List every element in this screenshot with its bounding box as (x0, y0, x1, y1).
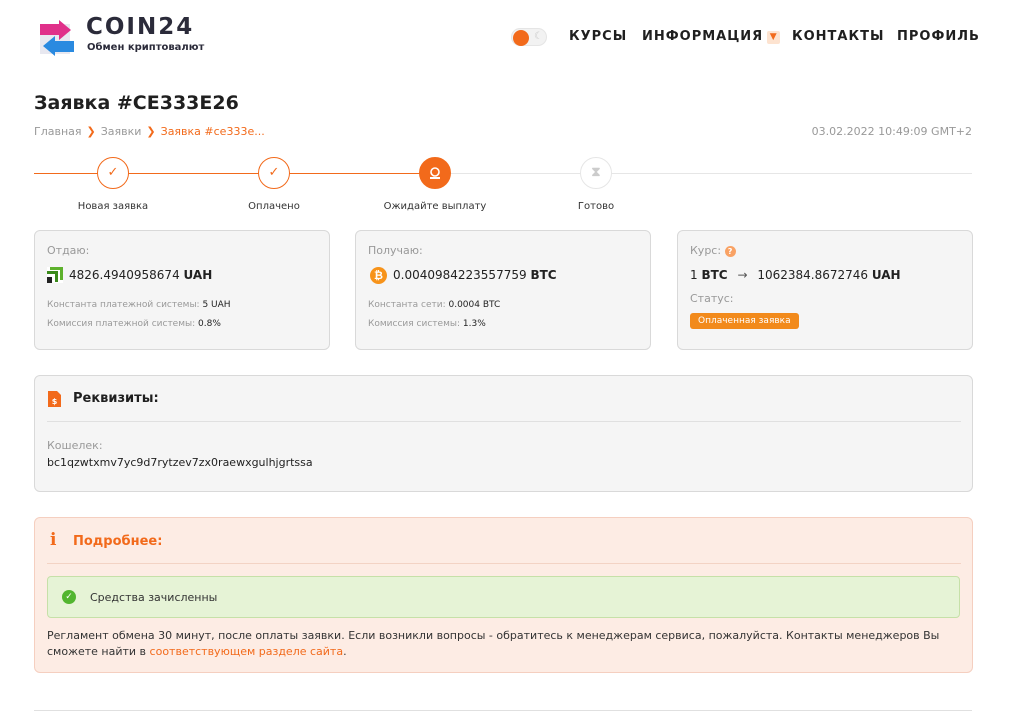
give-label: Отдаю: (47, 244, 90, 257)
give-card: Отдаю: 4826.4940958674 UAH Константа пла… (34, 230, 330, 350)
receive-const-value: 0.0004 BTC (448, 300, 501, 310)
theme-toggle[interactable]: ☾ (511, 28, 547, 46)
rate-from-amount: 1 (690, 268, 698, 282)
toggle-knob (513, 30, 529, 46)
give-fee-label: Комиссия платежной системы: (47, 319, 196, 329)
breadcrumb-home[interactable]: Главная (34, 125, 82, 138)
coin24-logo-icon[interactable] (37, 18, 77, 58)
status-badge: Оплаченная заявка (690, 313, 799, 329)
step-paid-check-icon: ✓ (258, 157, 290, 189)
nav-rates[interactable]: КУРСЫ (569, 29, 627, 44)
logo-title[interactable]: COIN24 (86, 14, 194, 40)
rate-from-currency: BTC (701, 268, 728, 282)
info-icon: i (50, 530, 57, 550)
details-info-text: Регламент обмена 30 минут, после оплаты … (47, 628, 961, 660)
receive-fee: Комиссия системы: 1.3% (368, 319, 486, 329)
chevron-right-icon: ❯ (146, 125, 156, 138)
rate-to-amount: 1062384.8672746 (757, 268, 869, 282)
requisites-card: $ Реквизиты: Кошелек: bc1qzwtxmv7yc9d7ry… (34, 375, 973, 492)
bitcoin-icon: ₿ (370, 267, 387, 284)
receive-amount-value: 0.0040984223557759 (393, 268, 527, 282)
privatbank-icon (47, 267, 63, 283)
success-text: Средства зачисленны (90, 591, 218, 604)
logo-subtitle: Обмен криптовалют (87, 42, 205, 53)
give-fee: Комиссия платежной системы: 0.8% (47, 319, 221, 329)
status-label: Статус: (690, 292, 734, 305)
requisites-title: Реквизиты: (73, 391, 159, 406)
receive-currency: BTC (530, 268, 557, 282)
receive-fee-label: Комиссия системы: (368, 319, 461, 329)
receive-amount: 0.0040984223557759 BTC (393, 268, 557, 282)
order-datetime: 03.02.2022 10:49:09 GMT+2 (811, 125, 972, 138)
breadcrumb-orders[interactable]: Заявки (101, 125, 142, 138)
details-title: Подробнее: (73, 534, 163, 549)
give-const: Константа платежной системы: 5 UAH (47, 300, 231, 310)
step-label-paid: Оплачено (248, 201, 300, 212)
step-payout-icon (419, 157, 451, 189)
step-label-done: Готово (577, 201, 615, 212)
info-text-end: . (343, 645, 347, 658)
arrow-right-icon: → (737, 268, 748, 282)
receive-const-label: Константа сети: (368, 300, 446, 310)
svg-text:$: $ (52, 397, 58, 406)
nav-information[interactable]: ИНФОРМАЦИЯ ▼ (642, 29, 781, 44)
give-const-label: Константа платежной системы: (47, 300, 200, 310)
receive-card: Получаю: ₿ 0.0040984223557759 BTC Конста… (355, 230, 651, 350)
give-amount-value: 4826.4940958674 (69, 268, 180, 282)
step-label-payout: Ожидайте выплату (383, 201, 487, 212)
contacts-section-link[interactable]: соответствующем разделе сайта (150, 645, 344, 658)
rate-to-currency: UAH (871, 268, 901, 282)
receive-const: Константа сети: 0.0004 BTC (368, 300, 500, 310)
rate-value: 1 BTC → 1062384.8672746 UAH (690, 268, 901, 282)
nav-contacts[interactable]: КОНТАКТЫ (792, 29, 884, 44)
breadcrumb: Главная ❯ Заявки ❯ Заявка #ce333e... (34, 125, 265, 138)
info-text-1: Регламент обмена 30 минут, после оплаты … (47, 629, 940, 642)
step-new-check-icon: ✓ (97, 157, 129, 189)
wallet-address: bc1qzwtxmv7yc9d7rytzev7zx0raewxgulhjgrts… (47, 456, 313, 469)
info-text-2: сможете найти в (47, 645, 150, 658)
invoice-icon: $ (48, 391, 61, 407)
footer-divider (34, 710, 972, 711)
page-title: Заявка #CE333E26 (34, 92, 239, 114)
success-alert: ✓ Средства зачисленны (47, 576, 960, 618)
give-amount: 4826.4940958674 UAH (69, 268, 212, 282)
give-currency: UAH (183, 268, 213, 282)
step-label-new: Новая заявка (77, 201, 149, 212)
rate-card: Курс: ? 1 BTC → 1062384.8672746 UAH Стат… (677, 230, 973, 350)
payout-icon (430, 167, 440, 179)
rate-label-text: Курс: (690, 244, 722, 257)
give-const-value: 5 UAH (202, 300, 231, 310)
rate-label: Курс: ? (690, 244, 736, 257)
hourglass-icon: ⧗ (580, 157, 612, 189)
chevron-right-icon: ❯ (86, 125, 96, 138)
chevron-down-icon: ▼ (767, 31, 781, 44)
receive-label: Получаю: (368, 244, 423, 257)
requisites-divider (47, 421, 961, 422)
nav-profile[interactable]: ПРОФИЛЬ (897, 29, 980, 44)
moon-icon: ☾ (534, 31, 543, 42)
site-header: COIN24 Обмен криптовалют ☾ КУРСЫ ИНФОРМА… (0, 0, 1024, 80)
nav-information-label: ИНФОРМАЦИЯ (642, 29, 764, 44)
help-icon[interactable]: ? (724, 246, 736, 257)
wallet-label: Кошелек: (47, 439, 103, 452)
details-divider (47, 563, 961, 564)
breadcrumb-current: Заявка #ce333e... (160, 125, 265, 138)
give-fee-value: 0.8% (198, 319, 221, 329)
check-circle-icon: ✓ (62, 590, 76, 604)
stepper-progress (34, 173, 434, 174)
receive-fee-value: 1.3% (462, 319, 486, 329)
